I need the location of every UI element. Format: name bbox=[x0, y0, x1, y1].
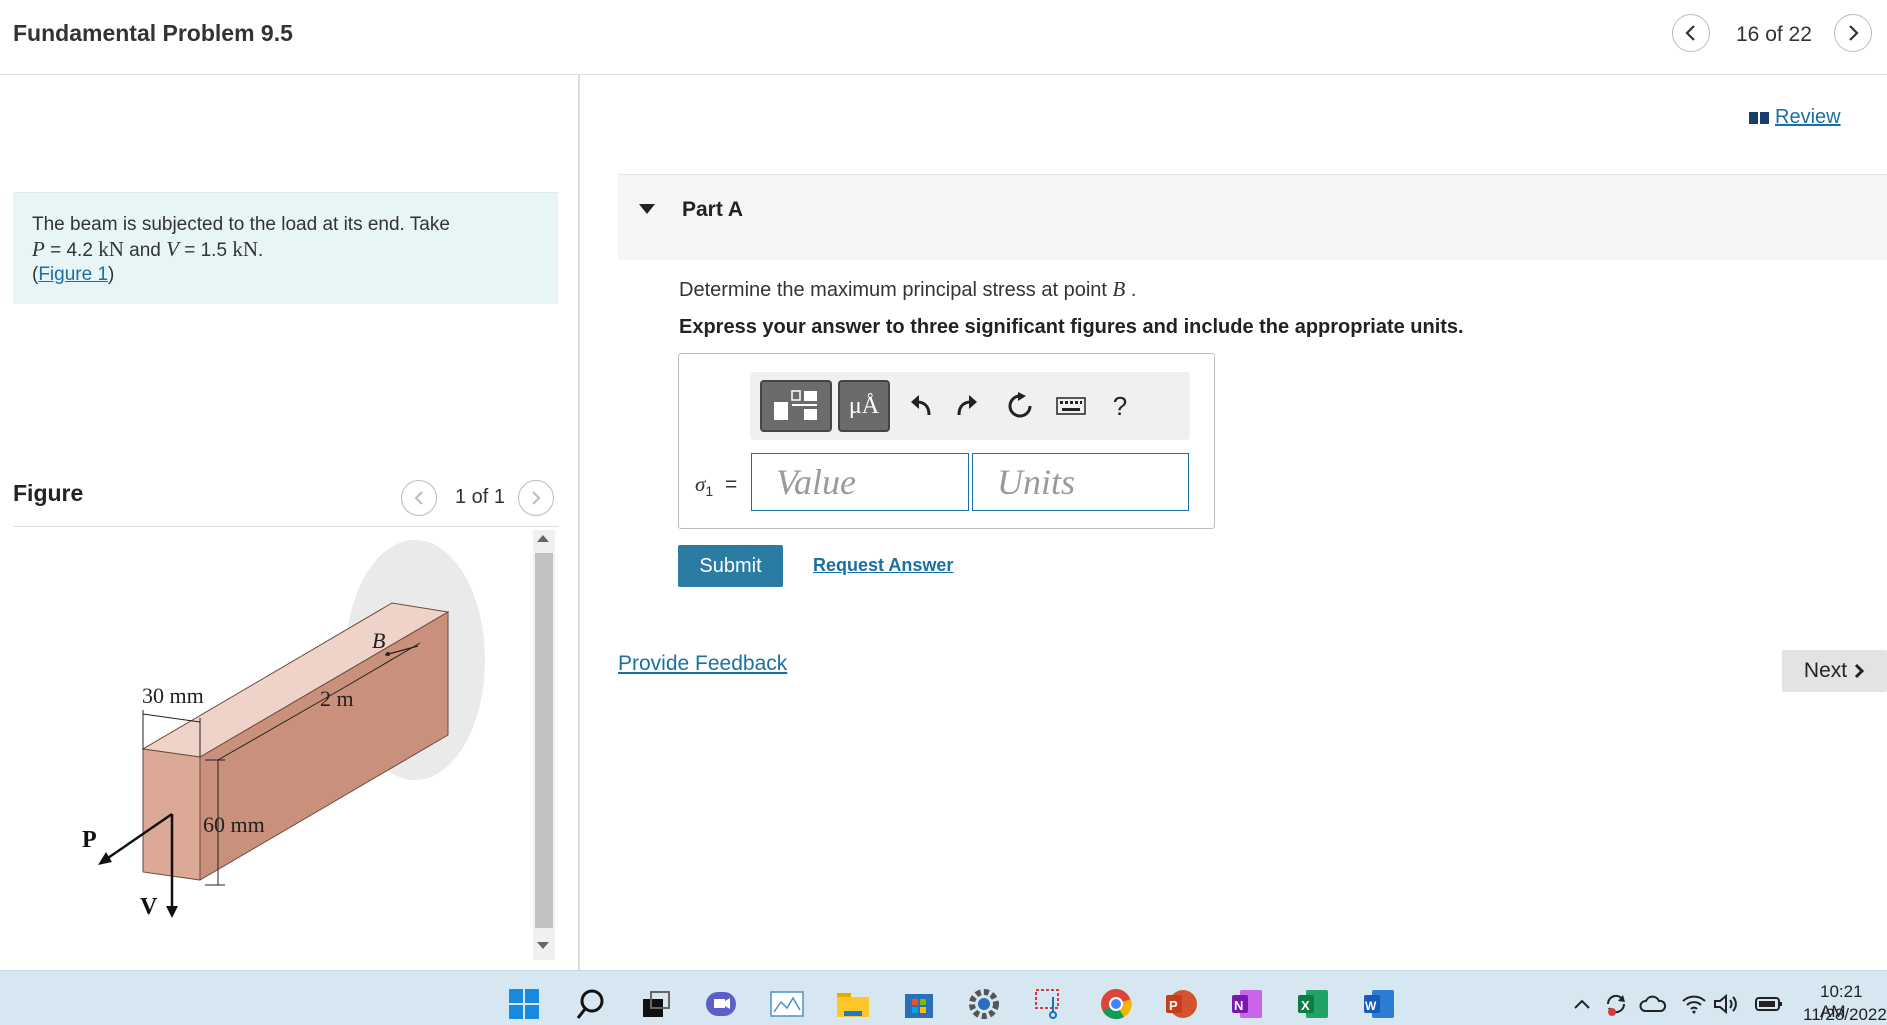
task-view-icon[interactable] bbox=[638, 986, 674, 1022]
wifi-icon[interactable] bbox=[1680, 986, 1708, 1022]
width-dimension-label: 30 mm bbox=[142, 683, 204, 708]
p-value: = 4.2 bbox=[50, 240, 93, 261]
redo-icon bbox=[957, 395, 977, 416]
figure-scrollbar-thumb[interactable] bbox=[535, 553, 553, 928]
next-label: Next bbox=[1803, 659, 1848, 682]
snipping-tool-icon[interactable] bbox=[1032, 986, 1068, 1022]
v-unit: kN bbox=[232, 237, 258, 261]
sync-icon[interactable] bbox=[1602, 986, 1630, 1022]
problem-line3: (Figure 1) bbox=[32, 263, 552, 287]
scroll-up-arrow-icon[interactable] bbox=[537, 535, 549, 542]
svg-text:W: W bbox=[1365, 999, 1377, 1013]
units-input[interactable] bbox=[972, 453, 1189, 511]
request-answer-link[interactable]: Request Answer bbox=[813, 555, 953, 576]
search-icon[interactable] bbox=[573, 986, 609, 1022]
question-prefix: Determine the maximum principal stress a… bbox=[679, 279, 1107, 301]
redo-button[interactable] bbox=[946, 386, 986, 426]
problem-line1: The beam is subjected to the load at its… bbox=[32, 214, 450, 235]
figure-heading: Figure bbox=[13, 480, 84, 506]
chevron-left-icon bbox=[414, 491, 423, 505]
beam-figure: B 2 m 30 mm 60 mm P V bbox=[82, 540, 485, 920]
help-button[interactable]: ? bbox=[1100, 386, 1140, 426]
templates-icon bbox=[774, 390, 817, 420]
chevron-right-icon bbox=[1855, 663, 1865, 679]
load-v-label: V bbox=[140, 894, 158, 920]
load-p-label: P bbox=[82, 827, 97, 853]
and-text: and bbox=[129, 240, 161, 261]
figure-counter: 1 of 1 bbox=[455, 486, 506, 508]
review-label[interactable]: Review bbox=[1775, 106, 1841, 129]
previous-problem-button[interactable] bbox=[1672, 14, 1710, 52]
value-input[interactable] bbox=[751, 453, 969, 511]
question-text: Determine the maximum principal stress a… bbox=[679, 277, 1136, 302]
question-point-b: B bbox=[1112, 277, 1126, 301]
part-a-header[interactable] bbox=[618, 174, 1887, 260]
word-icon[interactable]: W bbox=[1361, 986, 1397, 1022]
windows-start-icon[interactable] bbox=[506, 986, 542, 1022]
svg-text:N: N bbox=[1234, 998, 1243, 1013]
chevron-right-icon bbox=[532, 491, 541, 505]
undo-button[interactable] bbox=[902, 386, 942, 426]
show-hidden-icons-chevron-icon[interactable] bbox=[1570, 986, 1594, 1022]
chevron-right-icon bbox=[1849, 25, 1859, 41]
undo-icon bbox=[911, 395, 931, 416]
problem-counter: 16 of 22 bbox=[1736, 23, 1812, 46]
file-explorer-icon[interactable] bbox=[835, 986, 871, 1022]
photos-icon[interactable] bbox=[769, 986, 805, 1022]
figure-divider bbox=[13, 526, 558, 527]
reset-icon bbox=[1008, 392, 1032, 418]
submit-button[interactable]: Submit bbox=[678, 545, 783, 587]
review-link[interactable]: Review bbox=[1749, 106, 1841, 129]
svg-text:P: P bbox=[1169, 998, 1178, 1013]
sigma-subscript: 1 bbox=[705, 483, 714, 500]
provide-feedback-link[interactable]: Provide Feedback bbox=[618, 652, 787, 676]
next-problem-button[interactable] bbox=[1834, 14, 1872, 52]
chevron-left-icon bbox=[1685, 25, 1695, 41]
question-suffix: . bbox=[1130, 279, 1137, 301]
v-symbol: V bbox=[166, 237, 179, 261]
p-symbol: P bbox=[32, 237, 45, 261]
period: . bbox=[257, 240, 264, 261]
units-symbols-button[interactable]: μÅ bbox=[838, 380, 890, 432]
caret-down-icon[interactable] bbox=[639, 204, 655, 214]
equals-sign: = bbox=[725, 473, 738, 496]
length-dimension-label: 2 m bbox=[320, 686, 354, 711]
settings-icon[interactable] bbox=[966, 986, 1002, 1022]
figure-next-button[interactable] bbox=[518, 480, 554, 516]
part-a-label: Part A bbox=[682, 198, 744, 221]
svg-text:X: X bbox=[1301, 998, 1310, 1013]
onenote-icon[interactable]: N bbox=[1229, 986, 1265, 1022]
templates-button[interactable] bbox=[760, 380, 832, 432]
microsoft-store-icon[interactable] bbox=[901, 986, 937, 1022]
next-button[interactable]: Next bbox=[1782, 650, 1887, 692]
figure-link[interactable]: Figure 1 bbox=[38, 264, 108, 285]
scroll-down-arrow-icon[interactable] bbox=[537, 942, 549, 949]
figure-previous-button[interactable] bbox=[401, 480, 437, 516]
instruction-text: Express your answer to three significant… bbox=[679, 316, 1464, 338]
page-title: Fundamental Problem 9.5 bbox=[13, 20, 293, 46]
onedrive-cloud-icon[interactable] bbox=[1638, 986, 1668, 1022]
reset-button[interactable] bbox=[1000, 386, 1040, 426]
panel-divider[interactable] bbox=[578, 75, 580, 970]
keyboard-button[interactable] bbox=[1050, 388, 1092, 424]
paren-close: ) bbox=[108, 264, 115, 285]
chrome-icon[interactable] bbox=[1098, 986, 1134, 1022]
excel-icon[interactable]: X bbox=[1295, 986, 1331, 1022]
point-b-label: B bbox=[372, 628, 385, 653]
powerpoint-icon[interactable]: P bbox=[1163, 986, 1199, 1022]
book-icon bbox=[1749, 111, 1769, 124]
keyboard-icon bbox=[1056, 397, 1086, 415]
problem-line2: P = 4.2 kN and V = 1.5 kN. bbox=[32, 237, 552, 263]
sigma-symbol: σ bbox=[695, 472, 706, 496]
sigma1-label: σ1 = bbox=[695, 472, 737, 499]
clock-date[interactable]: 11/28/2022 bbox=[1803, 1005, 1887, 1025]
battery-icon[interactable] bbox=[1754, 986, 1784, 1022]
p-unit: kN bbox=[98, 237, 124, 261]
height-dimension-label: 60 mm bbox=[203, 812, 265, 837]
teams-chat-icon[interactable] bbox=[703, 986, 739, 1022]
v-value: = 1.5 bbox=[184, 240, 228, 261]
problem-statement: The beam is subjected to the load at its… bbox=[32, 213, 552, 287]
volume-icon[interactable] bbox=[1712, 986, 1740, 1022]
equation-toolbar: μÅ ? bbox=[750, 372, 1190, 440]
